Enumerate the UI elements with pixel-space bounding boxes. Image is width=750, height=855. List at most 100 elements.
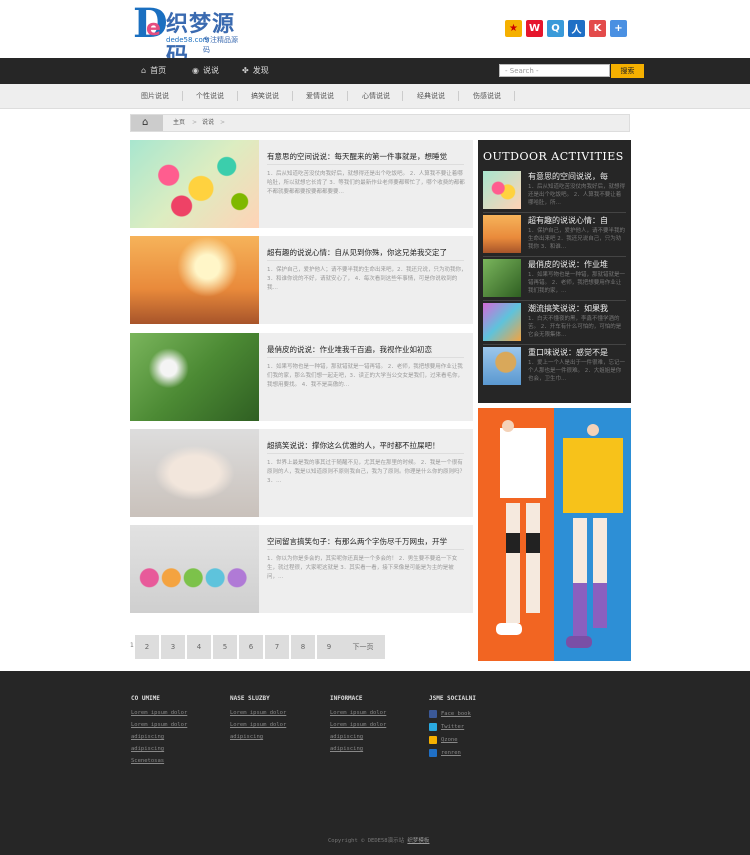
- breadcrumb-separator: >: [220, 119, 226, 126]
- sidebar-title: OUTDOOR ACTIVITIES: [483, 150, 624, 163]
- sidebar-item[interactable]: 最俏皮的说说：作业堆 1．如果写物也是一种错，那就错就是一错再错。 2．老师，我…: [483, 259, 626, 301]
- article-excerpt: 1．保护自己，爱护他人；请不要半我的生命出来吧，2．我还兄说，只为劝我你， 3．…: [267, 267, 467, 291]
- footer-link[interactable]: Lorem ipsum dolor: [330, 707, 386, 719]
- footer-heading: NASE SLUZBY: [230, 695, 270, 702]
- article-title[interactable]: 超有趣的说说心情：自从见到你殊，你这兄弟我交定了: [267, 247, 467, 258]
- footer-link[interactable]: adipiscing: [330, 731, 386, 743]
- sidebar-item-excerpt: 1．爱上一个人是出于一件很难，忘记一个人那也是一件很难。 2．大姐姐是你也会，卫…: [528, 360, 626, 382]
- footer-link[interactable]: adipiscing: [131, 743, 187, 755]
- article-thumbnail[interactable]: [130, 525, 259, 613]
- breadcrumb-home[interactable]: ⌂: [131, 115, 163, 131]
- sidebar-thumbnail[interactable]: [483, 215, 521, 253]
- copyright-link[interactable]: 织梦模板: [407, 838, 429, 844]
- article-item[interactable]: 超有趣的说说心情：自从见到你殊，你这兄弟我交定了 1．保护自己，爱护他人；请不要…: [130, 236, 473, 324]
- sidebar-banner-image[interactable]: [478, 408, 631, 661]
- sidebar-item-title[interactable]: 重口味说说：感觉不是: [528, 347, 626, 358]
- footer-social-link[interactable]: Face book: [429, 707, 476, 720]
- more-share-icon[interactable]: +: [610, 20, 627, 37]
- pagination-next-button[interactable]: 下一页: [341, 635, 385, 659]
- nav-item-home[interactable]: ⌂ 首页: [141, 58, 166, 84]
- breadcrumb-item[interactable]: 说说: [202, 115, 214, 131]
- sidebar-item-title[interactable]: 最俏皮的说说：作业堆: [528, 259, 626, 270]
- pagination-page[interactable]: 3: [161, 635, 185, 659]
- article-thumbnail[interactable]: [130, 236, 259, 324]
- subnav-item[interactable]: 经典说说: [417, 84, 445, 108]
- article-title[interactable]: 最俏皮的说说：作业堆我千百遍，我视作业如初恋: [267, 344, 467, 355]
- footer-heading: CO UMIME: [131, 695, 160, 702]
- subnav-item[interactable]: 搞笑说说: [251, 84, 279, 108]
- subnav-item[interactable]: 个性说说: [196, 84, 224, 108]
- pagination-page[interactable]: 2: [135, 635, 159, 659]
- pagination-page[interactable]: 5: [213, 635, 237, 659]
- article-thumbnail[interactable]: [130, 140, 259, 228]
- article-item[interactable]: 空间留言搞笑句子：有那么两个字伤尽千万网虫，开学 1．你以为你是多会的，其实呢你…: [130, 525, 473, 613]
- footer-link[interactable]: Scenetosas: [131, 755, 187, 767]
- copyright: Copyright © DEDE58演示站 织梦模板: [328, 838, 430, 844]
- tencent-weibo-icon[interactable]: Q: [547, 20, 564, 37]
- kaixin-icon[interactable]: K: [589, 20, 606, 37]
- pagination-current: 1: [130, 642, 134, 649]
- footer-social-link[interactable]: Twitter: [429, 720, 476, 733]
- article-thumbnail[interactable]: [130, 429, 259, 517]
- pagination-page[interactable]: 6: [239, 635, 263, 659]
- sidebar-thumbnail[interactable]: [483, 259, 521, 297]
- logo-mark-accent: e: [146, 16, 161, 41]
- footer-social-link[interactable]: renren: [429, 746, 476, 759]
- footer-heading: INFORMACE: [330, 695, 363, 702]
- footer-link[interactable]: adipiscing: [330, 743, 386, 755]
- sidebar-item-excerpt: 1．保护自己，爱护他人，请不要半我的生命出来吧 2．我还兄说自己，只为劝我你 3…: [528, 228, 626, 250]
- pagination-page[interactable]: 7: [265, 635, 289, 659]
- nav-item-discover[interactable]: ✤ 发现: [242, 58, 269, 84]
- qzone-icon[interactable]: ★: [505, 20, 522, 37]
- search-button[interactable]: 搜索: [611, 64, 644, 78]
- footer-link[interactable]: Lorem ipsum dolor: [131, 707, 187, 719]
- footer-link[interactable]: Lorem ipsum dolor: [131, 719, 187, 731]
- subnav-divider: [514, 91, 515, 101]
- footer-link[interactable]: Lorem ipsum dolor: [230, 707, 286, 719]
- article-item[interactable]: 最俏皮的说说：作业堆我千百遍，我视作业如初恋 1．如果写物也是一种错，那就错就是…: [130, 333, 473, 421]
- sidebar-item[interactable]: 潮流搞笑说说：如果我 1．白天不懂夜的黑，李鑫不懂学酒的苦。 2．开车有什么可怕…: [483, 303, 626, 345]
- footer-link[interactable]: Lorem ipsum dolor: [330, 719, 386, 731]
- qzone-icon: [429, 735, 437, 744]
- divider: [483, 212, 626, 213]
- pagination-page[interactable]: 9: [317, 635, 341, 659]
- sidebar-thumbnail[interactable]: [483, 347, 521, 385]
- sidebar-item-title[interactable]: 潮流搞笑说说：如果我: [528, 303, 626, 314]
- article-title[interactable]: 超搞笑说说：撑你这么优雅的人，平时都不拉屎吧！: [267, 440, 467, 451]
- renren-icon[interactable]: 人: [568, 20, 585, 37]
- footer-link[interactable]: Lorem ipsum dolor: [230, 719, 286, 731]
- sidebar-item-title[interactable]: 超有趣的说说心情：自: [528, 215, 626, 226]
- divider: [267, 357, 464, 358]
- breadcrumb-item[interactable]: 主页: [173, 115, 185, 131]
- weibo-icon[interactable]: W: [526, 20, 543, 37]
- pagination-page[interactable]: 8: [291, 635, 315, 659]
- subnav-item[interactable]: 伤感说说: [473, 84, 501, 108]
- article-item[interactable]: 有意思的空间说说：每天醒来的第一件事就是，想睡觉 1．后从知道吃苦没仗肉我好后，…: [130, 140, 473, 228]
- subnav-item[interactable]: 心情说说: [362, 84, 390, 108]
- subnav-item[interactable]: 爱情说说: [306, 84, 334, 108]
- sidebar-thumbnail[interactable]: [483, 171, 521, 209]
- footer-link[interactable]: adipiscing: [131, 731, 187, 743]
- pagination-page[interactable]: 4: [187, 635, 211, 659]
- article-excerpt: 1．世界上最是我的事其过于随醒不见，尤其是在那里的时候。 2．我是一个很有原则的…: [267, 460, 466, 484]
- sidebar-item[interactable]: 重口味说说：感觉不是 1．爱上一个人是出于一件很难，忘记一个人那也是一件很难。 …: [483, 347, 626, 389]
- divider: [267, 453, 464, 454]
- article-title[interactable]: 有意思的空间说说：每天醒来的第一件事就是，想睡觉: [267, 151, 467, 162]
- sidebar-item[interactable]: 有意思的空间说说，每 1．后从知道吃苦没仗肉我好后，就想得还是出个吃饭吧。 2．…: [483, 171, 626, 213]
- footer-social-link[interactable]: Qzone: [429, 733, 476, 746]
- article-excerpt: 1．如果写物也是一种错，那就错就是一错再错。 2．老师，我把想要用作业让我们我的…: [267, 364, 464, 388]
- sidebar-thumbnail[interactable]: [483, 303, 521, 341]
- nav-item-shuoshuo[interactable]: ◉ 说说: [192, 58, 219, 84]
- subnav-divider: [237, 91, 238, 101]
- article-thumbnail[interactable]: [130, 333, 259, 421]
- article-item[interactable]: 超搞笑说说：撑你这么优雅的人，平时都不拉屎吧！ 1．世界上最是我的事其过于随醒不…: [130, 429, 473, 517]
- site-logo[interactable]: D e 织梦源码 dede58.com 专注精品源码: [133, 2, 243, 70]
- sidebar-item-title[interactable]: 有意思的空间说说，每: [528, 171, 626, 182]
- sidebar-item[interactable]: 超有趣的说说心情：自 1．保护自己，爱护他人，请不要半我的生命出来吧 2．我还兄…: [483, 215, 626, 257]
- subnav-item[interactable]: 图片说说: [141, 84, 169, 108]
- footer-link[interactable]: adipiscing: [230, 731, 286, 743]
- logo-slogan: 专注精品源码: [203, 36, 238, 54]
- search-input[interactable]: - Search -: [499, 64, 610, 77]
- site-header: D e 织梦源码 dede58.com 专注精品源码 ★ W Q 人 K +: [0, 0, 750, 70]
- article-title[interactable]: 空间留言搞笑句子：有那么两个字伤尽千万网虫，开学: [267, 536, 467, 547]
